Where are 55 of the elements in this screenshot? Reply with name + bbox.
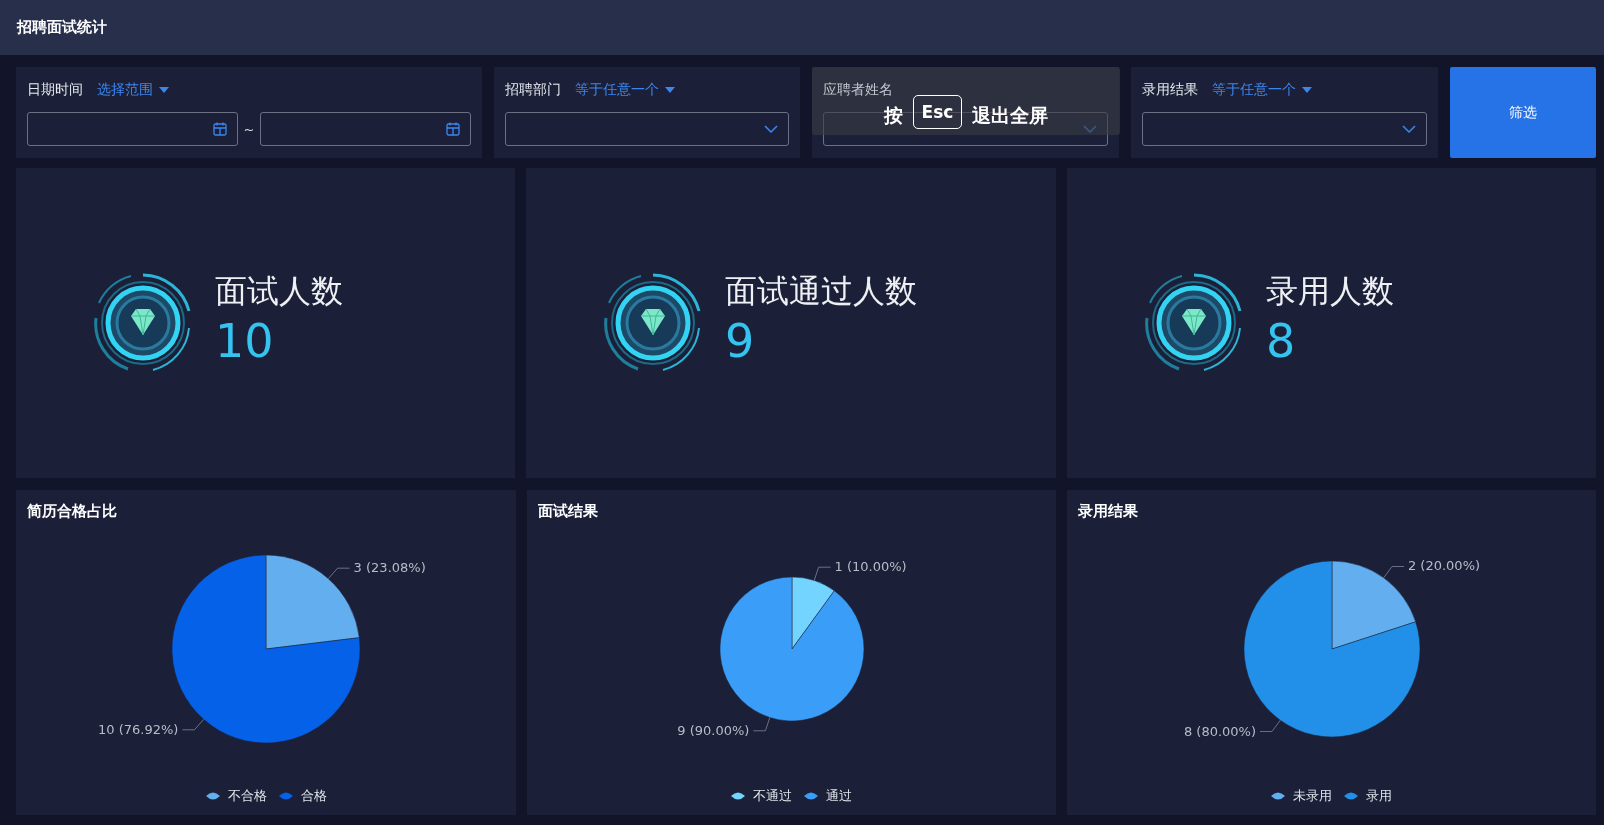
page-title: 招聘面试统计 <box>17 18 107 37</box>
operator-dropdown[interactable]: 等于任意一个 <box>1212 81 1312 99</box>
leader-line <box>1382 566 1405 579</box>
legend-label: 通过 <box>826 787 853 805</box>
notice-text: 退出全屏 <box>972 103 1049 128</box>
chevron-down-icon <box>1402 125 1416 133</box>
data-label: 9 (90.00%) <box>677 722 750 738</box>
filter-label: 日期时间 <box>27 81 83 99</box>
stat-value: 8 <box>1266 315 1297 367</box>
stat-value: 10 <box>215 315 275 367</box>
caret-icon <box>159 87 169 93</box>
stat-label: 录用人数 <box>1266 270 1394 312</box>
date-field[interactable] <box>260 112 471 146</box>
caret-icon <box>665 87 675 93</box>
chevron-down-icon <box>764 125 778 133</box>
select-field[interactable] <box>505 112 789 146</box>
filter-label: 录用结果 <box>1142 81 1198 99</box>
stat-label: 面试通过人数 <box>725 270 917 312</box>
legend-label: 不通过 <box>753 787 793 805</box>
operator-dropdown[interactable]: 选择范围 <box>97 81 169 99</box>
caret-icon <box>1302 87 1312 93</box>
chart-title: 面试结果 <box>538 502 598 521</box>
chevron-down-icon <box>1083 125 1097 133</box>
gem-icon <box>93 273 193 373</box>
legend-label: 不合格 <box>227 787 267 805</box>
filter-button[interactable]: 筛选 <box>1450 67 1596 158</box>
gem-icon <box>1144 273 1244 373</box>
esc-key: Esc <box>912 95 963 129</box>
chart-title: 简历合格占比 <box>27 502 117 521</box>
select-field[interactable] <box>1142 112 1427 146</box>
data-label: 10 (76.92%) <box>98 721 179 737</box>
notice-text: 按 <box>883 103 903 128</box>
leader-line <box>813 566 831 581</box>
data-label: 1 (10.00%) <box>834 559 907 575</box>
calendar-icon <box>446 122 460 136</box>
data-label: 8 (80.00%) <box>1183 723 1256 739</box>
leader-line <box>752 717 771 732</box>
calendar-icon <box>212 122 227 136</box>
filter-label: 应聘者姓名 <box>823 81 893 99</box>
leader-line <box>181 718 205 731</box>
legend-label: 未录用 <box>1293 787 1333 805</box>
date-field[interactable] <box>27 112 238 146</box>
filter-label: 招聘部门 <box>505 81 561 99</box>
stat-value: 9 <box>725 315 756 367</box>
operator-dropdown[interactable]: 等于任意一个 <box>575 81 675 99</box>
leader-line <box>327 567 351 580</box>
data-label: 3 (23.08%) <box>353 560 426 576</box>
range-separator: ~ <box>243 121 255 137</box>
legend-label: 录用 <box>1366 787 1393 805</box>
legend-label: 合格 <box>300 787 327 805</box>
stat-label: 面试人数 <box>215 270 343 312</box>
data-label: 2 (20.00%) <box>1407 558 1480 574</box>
leader-line <box>1259 719 1281 732</box>
chart-title: 录用结果 <box>1078 502 1139 521</box>
gem-icon <box>603 273 703 373</box>
